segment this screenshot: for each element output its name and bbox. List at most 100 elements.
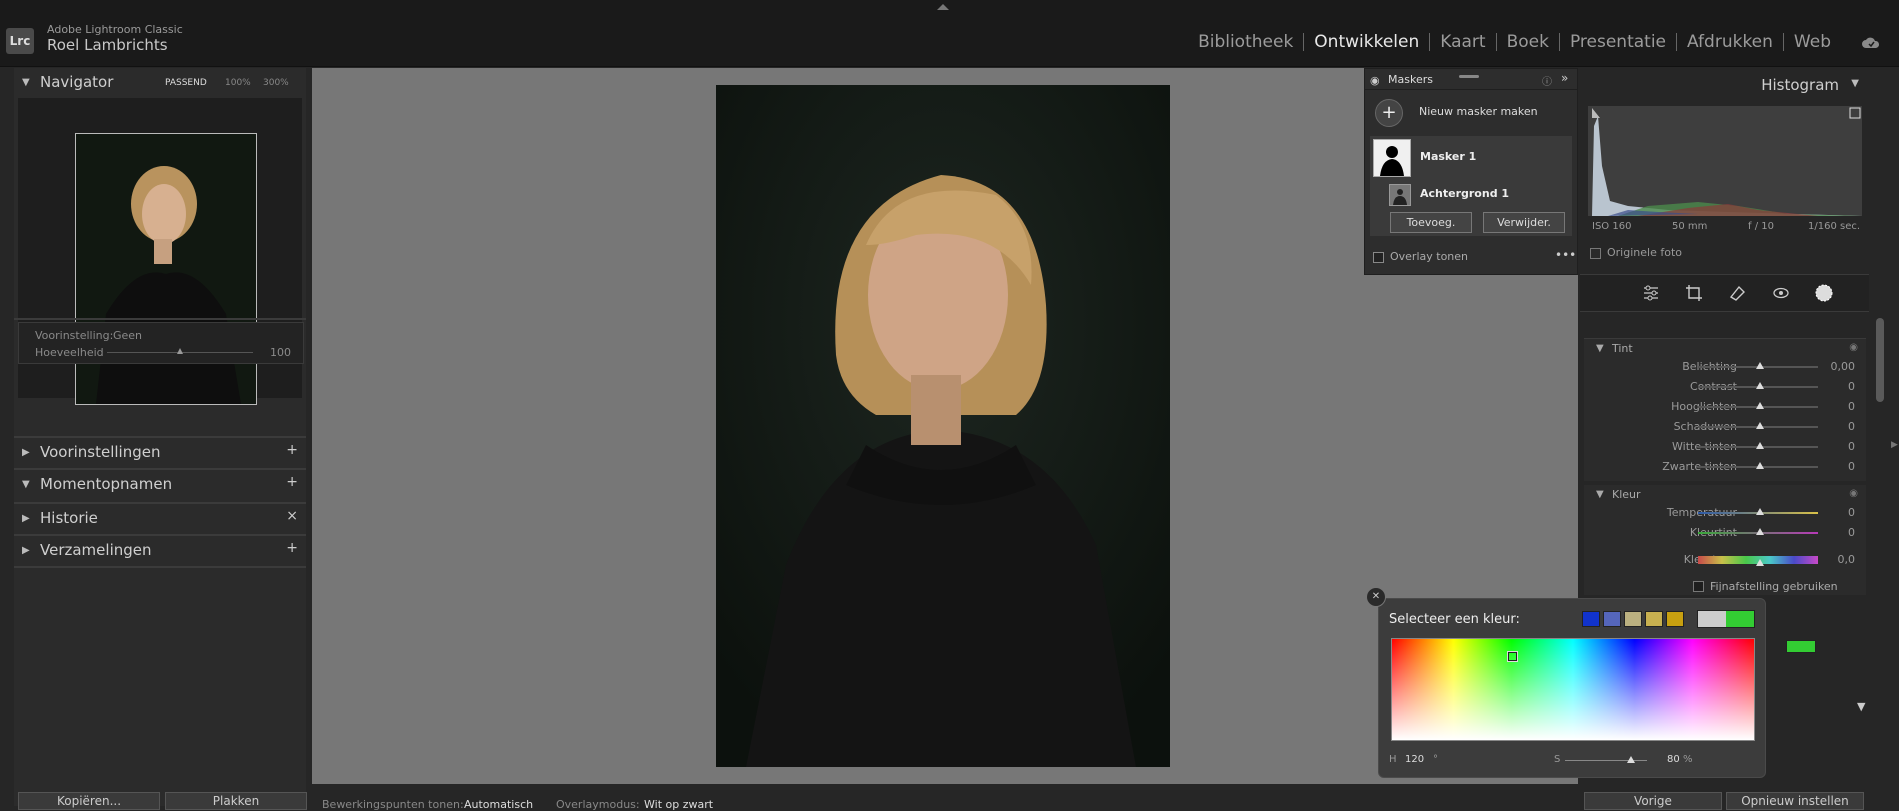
eye-icon[interactable]: ◉ (1849, 488, 1858, 499)
panel-drag-handle[interactable] (1459, 75, 1479, 78)
aperture-value: f / 10 (1748, 221, 1774, 232)
navigator-title: Navigator (40, 73, 114, 91)
contrast-slider-row[interactable]: Contrast 0 (1580, 378, 1869, 396)
background-mask-label[interactable]: Achtergrond 1 (1420, 187, 1509, 200)
color-selection-marker[interactable] (1508, 652, 1517, 661)
tint-color-slider-row[interactable]: Kleurtint 0 (1580, 524, 1869, 542)
saturation-label: S (1554, 754, 1561, 765)
history-header[interactable]: ▶ Historie × (14, 502, 306, 534)
add-collection-icon[interactable]: + (286, 540, 298, 556)
collapse-right-panel-icon[interactable]: ▶ (1891, 440, 1898, 450)
mask1-thumbnail[interactable] (1373, 139, 1411, 177)
hue-label: H (1389, 754, 1397, 765)
module-picker: Bibliotheek Ontwikkelen Kaart Boek Prese… (1188, 33, 1841, 51)
subtract-from-mask-button[interactable]: Verwijder. (1483, 212, 1565, 233)
mask1-label[interactable]: Masker 1 (1420, 150, 1476, 163)
module-print[interactable]: Afdrukken (1676, 33, 1783, 51)
collapse-triangle-icon[interactable]: ▼ (1596, 343, 1604, 354)
zoom-300[interactable]: 300% (263, 78, 289, 88)
snapshots-header[interactable]: ▼ Momentopnamen + (14, 468, 306, 500)
swatch-khaki[interactable] (1624, 611, 1642, 627)
swatch-periwinkle[interactable] (1603, 611, 1621, 627)
module-book[interactable]: Boek (1495, 33, 1559, 51)
overlay-mode-select[interactable]: Wit op zwart (644, 798, 713, 811)
copy-settings-button[interactable]: Kopiëren... (18, 792, 160, 810)
whites-slider-row[interactable]: Witte tinten 0 (1580, 438, 1869, 456)
histogram-graph[interactable] (1588, 106, 1862, 216)
color-title: Kleur (1612, 488, 1641, 501)
add-to-mask-button[interactable]: Toevoeg. (1390, 212, 1472, 233)
collapse-panel-icon[interactable]: » (1561, 71, 1568, 85)
cloud-sync-icon[interactable] (1861, 36, 1881, 50)
swatch-sand[interactable] (1645, 611, 1663, 627)
collapse-triangle-icon[interactable]: ▼ (1596, 489, 1604, 500)
module-library[interactable]: Bibliotheek (1188, 33, 1303, 51)
more-options-icon[interactable]: ••• (1555, 248, 1576, 262)
presets-header[interactable]: ▶ Voorinstellingen + (14, 436, 306, 468)
focal-length: 50 mm (1672, 221, 1708, 232)
collapse-triangle-icon[interactable]: ▼ (1851, 78, 1859, 89)
background-mask-icon[interactable] (1389, 184, 1411, 206)
iso-value: ISO 160 (1592, 221, 1632, 232)
shadows-slider-row[interactable]: Schaduwen 0 (1580, 418, 1869, 436)
edit-sliders-icon[interactable] (1642, 284, 1660, 302)
zoom-100[interactable]: 100% (225, 78, 251, 88)
overlay-checkbox[interactable] (1373, 252, 1384, 263)
zoom-fit[interactable]: PASSEND (165, 78, 207, 88)
main-photo[interactable] (716, 85, 1170, 767)
hue-unit: ° (1433, 754, 1438, 765)
edit-points-select[interactable]: Automatisch (464, 798, 533, 811)
collections-header[interactable]: ▶ Verzamelingen + (14, 534, 306, 568)
collapse-top-panel-icon[interactable] (937, 4, 949, 10)
saturation-slider-knob[interactable] (1626, 756, 1635, 763)
clear-history-icon[interactable]: × (286, 508, 298, 524)
temperature-slider-row[interactable]: Temperatuur 0 (1580, 504, 1869, 522)
amount-slider-knob[interactable] (177, 348, 183, 354)
before-after-color-preview (1697, 610, 1755, 628)
blacks-slider-row[interactable]: Zwarte tinten 0 (1580, 458, 1869, 476)
app-name: Adobe Lightroom Classic (47, 23, 183, 36)
expand-triangle-icon: ▶ (22, 513, 30, 524)
selected-color-swatch[interactable] (1786, 640, 1816, 653)
highlights-slider-row[interactable]: Hooglichten 0 (1580, 398, 1869, 416)
color-spectrum-field[interactable] (1391, 638, 1755, 741)
masking-icon[interactable] (1814, 283, 1834, 303)
add-preset-icon[interactable]: + (286, 442, 298, 458)
add-snapshot-icon[interactable]: + (286, 474, 298, 490)
add-to-mask-label: Toevoeg. (1406, 216, 1456, 229)
reset-button[interactable]: Opnieuw instellen (1726, 792, 1864, 810)
hue-slider-row[interactable]: Kleurtoon0,0 (1580, 551, 1869, 569)
subtract-from-mask-label: Verwijder. (1497, 216, 1551, 229)
panel-menu-triangle-icon[interactable]: ▼ (1857, 700, 1865, 713)
module-slideshow[interactable]: Presentatie (1558, 33, 1676, 51)
swatch-gold[interactable] (1666, 611, 1684, 627)
module-web[interactable]: Web (1782, 33, 1841, 51)
module-develop[interactable]: Ontwikkelen (1303, 33, 1429, 51)
histogram-title: Histogram (1761, 76, 1839, 94)
right-panel-scrollbar[interactable] (1876, 318, 1884, 402)
eye-icon[interactable]: ◉ (1370, 74, 1380, 87)
crop-icon[interactable] (1685, 284, 1703, 302)
saturation-slider[interactable] (1565, 760, 1647, 761)
eye-icon[interactable]: ◉ (1849, 342, 1858, 353)
help-icon[interactable]: ⓘ (1542, 73, 1552, 88)
close-picker-icon[interactable]: ✕ (1366, 587, 1386, 607)
previous-button[interactable]: Vorige (1584, 792, 1722, 810)
paste-settings-button[interactable]: Plakken (165, 792, 307, 810)
navigator-header[interactable]: ▼ Navigator PASSEND 100% 300% (14, 68, 306, 98)
hue-value-input[interactable]: 120 (1405, 754, 1424, 765)
healing-eraser-icon[interactable] (1728, 284, 1746, 302)
red-eye-icon[interactable] (1772, 284, 1790, 302)
navigator-thumbnail[interactable] (75, 133, 257, 405)
saturation-value-input[interactable]: 80 (1667, 754, 1680, 765)
overlay-label: Overlay tonen (1390, 250, 1469, 263)
module-map[interactable]: Kaart (1429, 33, 1495, 51)
collections-title: Verzamelingen (40, 541, 152, 559)
tint-title: Tint (1612, 342, 1633, 355)
original-photo-checkbox[interactable] (1590, 248, 1601, 259)
new-mask-plus-icon[interactable]: + (1375, 99, 1403, 127)
new-mask-button[interactable]: Nieuw masker maken (1419, 105, 1538, 118)
exposure-slider-row[interactable]: Belichting 0,00 (1580, 358, 1869, 376)
swatch-blue[interactable] (1582, 611, 1600, 627)
fine-adjust-checkbox[interactable] (1693, 581, 1704, 592)
